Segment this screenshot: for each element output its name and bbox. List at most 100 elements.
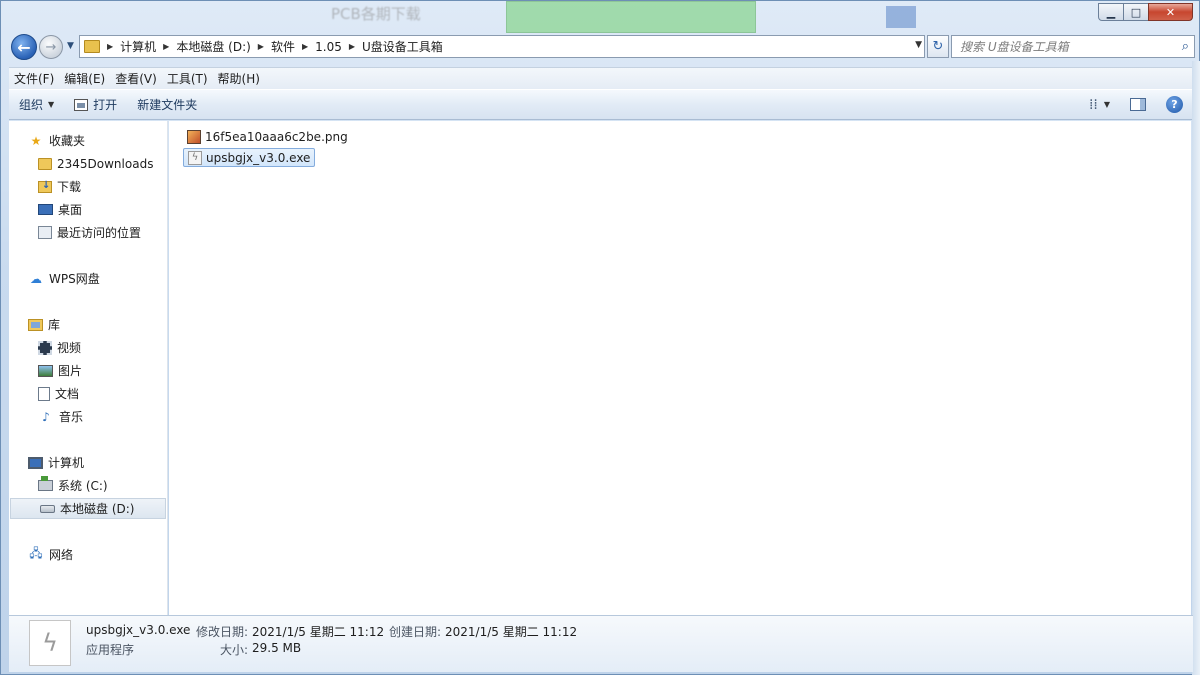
open-button[interactable]: 打开 — [64, 90, 127, 119]
preview-pane-icon[interactable] — [1130, 98, 1146, 111]
details-size-label: 大小: — [220, 643, 249, 657]
menu-tools[interactable]: 工具(T) — [162, 70, 213, 87]
forward-button[interactable]: → — [39, 35, 63, 59]
title-bar-background: PCB各期下载 — [1, 1, 1200, 33]
nav-wps-cloud[interactable]: ☁ WPS网盘 — [9, 268, 166, 289]
close-button[interactable]: ✕ — [1148, 3, 1193, 21]
breadcrumb-drive-d[interactable]: 本地磁盘 (D:) — [176, 38, 250, 55]
search-input[interactable] — [960, 39, 1170, 54]
help-icon[interactable]: ? — [1166, 96, 1183, 113]
address-bar[interactable]: ▶ 计算机 ▶ 本地磁盘 (D:) ▶ 软件 ▶ 1.05 ▶ U盘设备工具箱 … — [79, 35, 925, 58]
network-icon: 🖧 — [29, 546, 43, 560]
background-blur-text: PCB各期下载 — [331, 5, 421, 23]
nav-desktop[interactable]: 桌面 — [9, 199, 166, 220]
breadcrumb-separator-icon[interactable]: ▶ — [349, 42, 355, 51]
explorer-window: PCB各期下载 ▁ □ ✕ ← → ▼ ▶ 计算机 ▶ 本地磁盘 (D:) ▶ … — [0, 0, 1200, 675]
breadcrumb-separator-icon[interactable]: ▶ — [107, 42, 113, 51]
nav-libraries[interactable]: 库 — [9, 314, 166, 335]
organize-label: 组织 — [19, 98, 44, 112]
nav-2345downloads-label: 2345Downloads — [57, 156, 154, 171]
minimize-button[interactable]: ▁ — [1098, 3, 1124, 21]
nav-documents[interactable]: 文档 — [9, 383, 166, 404]
file-item-selected[interactable]: ϟ upsbgjx_v3.0.exe — [183, 148, 316, 167]
chevron-down-icon: ▼ — [48, 100, 55, 109]
details-pane: ϟ upsbgjx_v3.0.exe 应用程序 修改日期: 2021/1/5 星… — [9, 615, 1193, 672]
details-size-value: 29.5 MB — [252, 641, 302, 655]
nav-drive-c-label: 系统 (C:) — [58, 479, 108, 493]
nav-network[interactable]: 🖧 网络 — [9, 544, 166, 565]
breadcrumb-computer[interactable]: 计算机 — [120, 38, 156, 55]
background-green-banner — [506, 1, 756, 33]
breadcrumb-separator-icon[interactable]: ▶ — [258, 42, 264, 51]
refresh-button[interactable]: ↻ — [927, 35, 949, 58]
nav-recent-places[interactable]: 最近访问的位置 — [9, 222, 166, 243]
breadcrumb-separator-icon[interactable]: ▶ — [302, 42, 308, 51]
details-modified-value: 2021/1/5 星期二 11:12 — [252, 625, 385, 639]
menu-help[interactable]: 帮助(H) — [213, 70, 265, 87]
music-icon: ♪ — [42, 409, 50, 424]
forward-arrow-icon: → — [45, 39, 57, 55]
organize-button[interactable]: 组织 ▼ — [9, 90, 64, 119]
details-file-name: upsbgjx_v3.0.exe — [86, 623, 191, 637]
command-bar: 组织 ▼ 打开 新建文件夹 ⁞⁞ ▼ ? — [9, 89, 1193, 120]
video-icon — [38, 340, 52, 355]
nav-downloads-label: 下载 — [57, 180, 82, 194]
change-view-icon[interactable]: ⁞⁞ — [1089, 97, 1098, 113]
nav-network-label: 网络 — [49, 548, 74, 562]
menu-view[interactable]: 查看(V) — [110, 70, 162, 87]
search-icon[interactable]: ⌕ — [1182, 39, 1189, 54]
recent-places-icon — [38, 226, 52, 239]
back-arrow-icon: ← — [17, 37, 31, 57]
back-button[interactable]: ← — [11, 34, 37, 60]
folder-icon — [84, 40, 100, 53]
nav-videos[interactable]: 视频 — [9, 337, 166, 358]
window-right-border — [1192, 61, 1200, 675]
breadcrumb-current-folder[interactable]: U盘设备工具箱 — [362, 38, 443, 55]
menu-file[interactable]: 文件(F) — [9, 70, 59, 87]
command-bar-right: ⁞⁞ ▼ ? — [1089, 90, 1183, 119]
star-icon: ★ — [30, 133, 42, 148]
nav-recent-places-label: 最近访问的位置 — [57, 226, 142, 240]
address-dropdown-icon[interactable]: ▼ — [915, 40, 922, 50]
libraries-icon — [28, 318, 43, 331]
nav-favorites-label: 收藏夹 — [49, 134, 86, 148]
open-icon — [74, 98, 89, 111]
address-row: ← → ▼ ▶ 计算机 ▶ 本地磁盘 (D:) ▶ 软件 ▶ 1.05 ▶ U盘… — [9, 34, 1195, 60]
nav-documents-label: 文档 — [55, 387, 80, 401]
history-dropdown-icon[interactable]: ▼ — [67, 41, 74, 51]
folder-icon — [38, 157, 52, 170]
nav-drive-d[interactable]: 本地磁盘 (D:) — [10, 498, 166, 519]
nav-music[interactable]: ♪ 音乐 — [9, 406, 166, 427]
nav-drive-d-label: 本地磁盘 (D:) — [60, 502, 135, 516]
desktop-icon — [38, 204, 53, 215]
details-file-type: 应用程序 — [86, 643, 135, 657]
view-options-chevron-icon[interactable]: ▼ — [1104, 100, 1110, 109]
file-list[interactable]: 16f5ea10aaa6c2be.png ϟ upsbgjx_v3.0.exe — [169, 121, 1191, 615]
executable-file-icon: ϟ — [188, 150, 202, 165]
image-file-icon — [187, 129, 201, 144]
file-item[interactable]: 16f5ea10aaa6c2be.png — [183, 127, 352, 146]
breadcrumb-version[interactable]: 1.05 — [315, 40, 342, 54]
nav-favorites[interactable]: ★ 收藏夹 — [9, 130, 166, 151]
breadcrumb-separator-icon[interactable]: ▶ — [163, 42, 169, 51]
search-box[interactable]: ⌕ — [951, 35, 1195, 58]
nav-desktop-label: 桌面 — [58, 203, 83, 217]
nav-drive-c[interactable]: 系统 (C:) — [9, 475, 166, 496]
system-drive-icon — [38, 476, 53, 491]
maximize-button[interactable]: □ — [1123, 3, 1149, 21]
nav-2345downloads[interactable]: 2345Downloads — [9, 153, 166, 174]
nav-computer[interactable]: 计算机 — [9, 452, 166, 473]
menu-edit[interactable]: 编辑(E) — [59, 70, 110, 87]
breadcrumb-software[interactable]: 软件 — [271, 38, 295, 55]
open-label: 打开 — [93, 98, 118, 112]
nav-libraries-label: 库 — [48, 318, 61, 332]
menu-bar: 文件(F) 编辑(E) 查看(V) 工具(T) 帮助(H) — [9, 67, 1193, 89]
nav-downloads[interactable]: 下载 — [9, 176, 166, 197]
computer-icon — [28, 456, 43, 469]
details-created-value: 2021/1/5 星期二 11:12 — [445, 625, 578, 639]
new-folder-button[interactable]: 新建文件夹 — [127, 90, 207, 119]
pictures-icon — [38, 364, 53, 377]
drive-icon — [40, 504, 55, 513]
nav-pictures[interactable]: 图片 — [9, 360, 166, 381]
document-icon — [38, 386, 50, 401]
